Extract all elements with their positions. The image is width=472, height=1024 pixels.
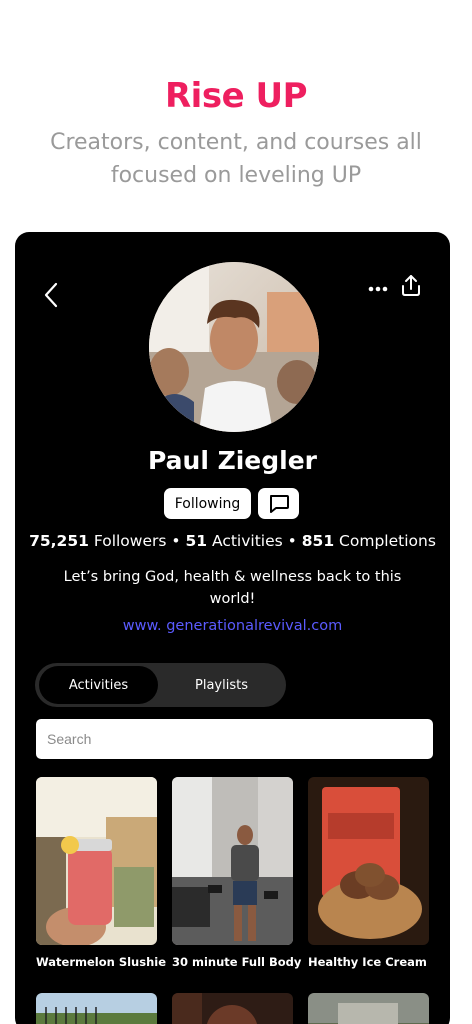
more-options-button[interactable] bbox=[367, 282, 389, 294]
stats-separator: • bbox=[171, 532, 181, 550]
share-button[interactable] bbox=[400, 274, 422, 298]
back-button[interactable] bbox=[41, 282, 61, 308]
profile-bio: Let’s bring God, health & wellness back … bbox=[63, 569, 402, 607]
followers-label: Followers bbox=[93, 532, 167, 550]
website-link[interactable]: www. generationalrevival.com bbox=[15, 618, 450, 634]
activities-count: 51 bbox=[185, 532, 208, 550]
profile-screen: Paul Ziegler Following 75,251 Followers … bbox=[15, 232, 450, 1024]
activity-thumbnail bbox=[172, 777, 293, 945]
message-square-icon bbox=[269, 494, 289, 513]
healthy-ice-cream-image bbox=[308, 777, 429, 945]
activities-label: Activities bbox=[212, 532, 283, 550]
followers-count: 75,251 bbox=[29, 532, 89, 550]
profile-stats: 75,251 Followers • 51 Activities • 851 C… bbox=[15, 532, 450, 550]
profile-name: Paul Ziegler bbox=[148, 446, 317, 475]
activity-title: Watermelon Slushie bbox=[36, 955, 167, 969]
content-tabs: Activities Playlists bbox=[35, 663, 286, 707]
activity-image bbox=[172, 993, 293, 1024]
following-button[interactable]: Following bbox=[164, 488, 251, 519]
chevron-left-icon bbox=[44, 282, 58, 308]
activity-image bbox=[308, 993, 429, 1024]
share-upload-icon bbox=[402, 275, 420, 296]
activity-thumbnail bbox=[36, 777, 157, 945]
hero-title: Rise UP bbox=[165, 76, 308, 116]
activity-title: 30 minute Full Body bbox=[172, 955, 302, 969]
profile-photo bbox=[149, 262, 319, 432]
activity-image bbox=[36, 993, 157, 1024]
message-button[interactable] bbox=[258, 488, 299, 519]
activity-card[interactable]: 30 minute Full Body bbox=[172, 777, 302, 969]
completions-label: Completions bbox=[339, 532, 436, 550]
avatar bbox=[149, 262, 319, 432]
more-horizontal-icon bbox=[368, 286, 388, 292]
tab-activities[interactable]: Activities bbox=[39, 666, 158, 704]
completions-count: 851 bbox=[301, 532, 335, 550]
tab-playlists[interactable]: Playlists bbox=[161, 666, 282, 704]
activity-thumbnail[interactable] bbox=[36, 993, 157, 1024]
watermelon-slushie-image bbox=[36, 777, 157, 945]
full-body-workout-image bbox=[172, 777, 293, 945]
activity-thumbnail[interactable] bbox=[308, 993, 429, 1024]
activity-card[interactable]: Watermelon Slushie bbox=[36, 777, 167, 969]
search-input[interactable] bbox=[36, 719, 433, 759]
activity-thumbnail[interactable] bbox=[172, 993, 293, 1024]
activity-thumbnail bbox=[308, 777, 429, 945]
hero-subtitle: Creators, content, and courses all focus… bbox=[50, 130, 422, 188]
activity-card[interactable]: Healthy Ice Cream bbox=[308, 777, 429, 969]
stats-separator: • bbox=[287, 532, 297, 550]
activity-title: Healthy Ice Cream bbox=[308, 955, 427, 969]
